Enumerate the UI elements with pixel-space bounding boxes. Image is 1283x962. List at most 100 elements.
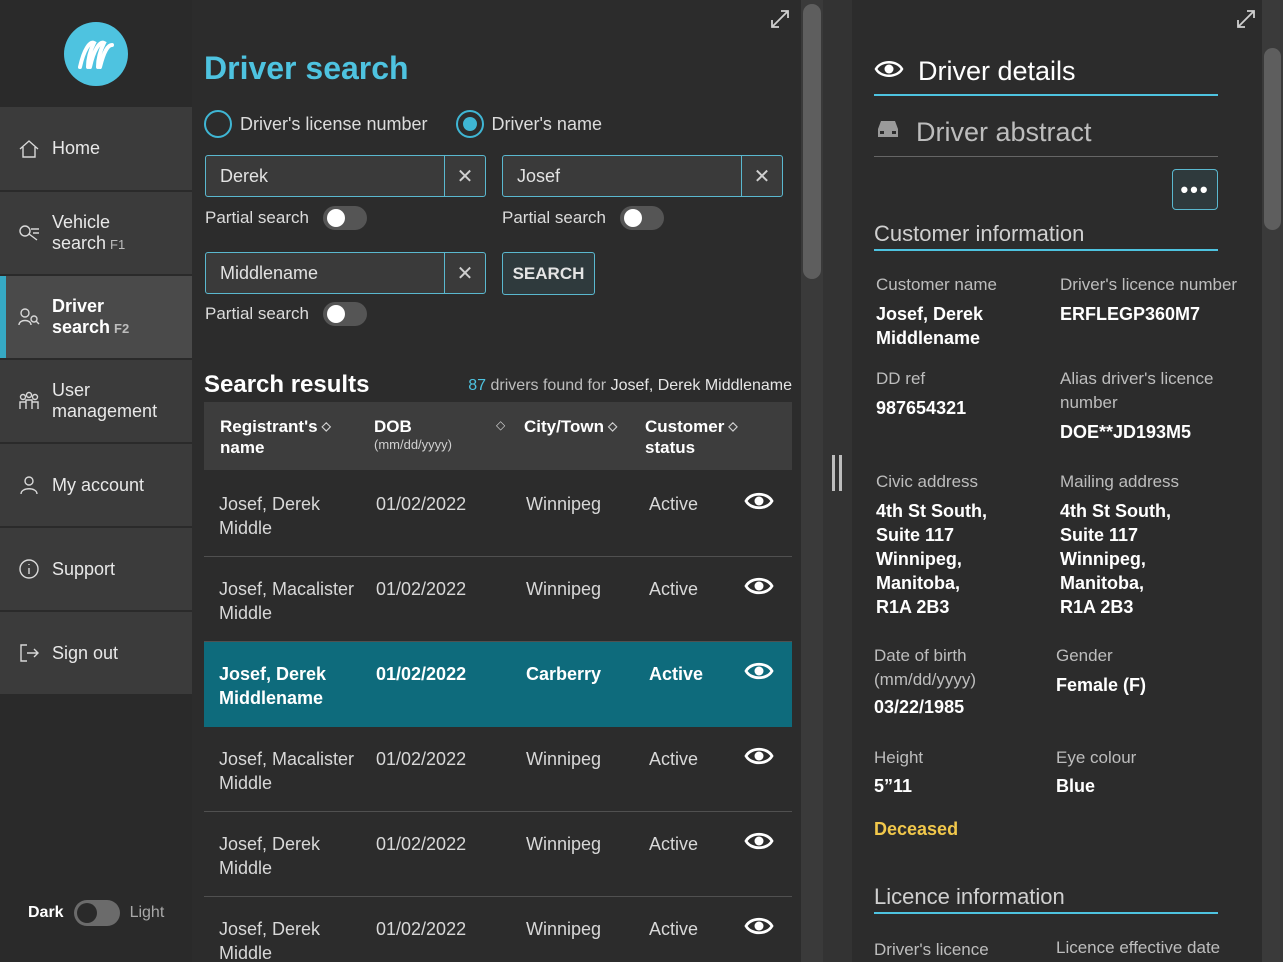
results-table-header: Registrant's ◇ name DOB (mm/dd/yyyy) ◇ Ci… (204, 402, 792, 470)
sort-icon[interactable]: ◇ (608, 416, 617, 437)
table-row[interactable]: Josef, Macalister Middle 01/02/2022 Winnipe… (204, 727, 792, 812)
clear-icon[interactable]: ✕ (445, 156, 485, 196)
users-icon (16, 388, 42, 414)
sidebar-item-label: My account (52, 474, 145, 495)
date-of-birth-label: Date of birth (mm/dd/yyyy) (874, 646, 976, 689)
eye-colour-value: Blue (1056, 776, 1096, 796)
radio-drivers-name[interactable]: Driver's name (455, 110, 602, 138)
drag-handle-icon[interactable] (831, 455, 843, 491)
partial-search-toggle[interactable] (322, 302, 367, 326)
cell-dob: 01/02/2022 (376, 749, 467, 769)
shortcut-hint: F2 (114, 320, 130, 336)
scrollbar-thumb[interactable] (1264, 48, 1281, 230)
expand-icon[interactable] (1235, 8, 1257, 30)
right-scrollbar[interactable] (1262, 0, 1283, 962)
cell-city: Carberry (526, 664, 602, 684)
car-icon (874, 117, 902, 148)
view-eye-icon[interactable] (744, 915, 774, 937)
results-count: 87 drivers found for Josef, Derek Middle… (468, 377, 792, 395)
section-customer-information: Customer information (874, 221, 1218, 251)
view-eye-icon[interactable] (744, 660, 774, 682)
result-query: Josef, Derek Middlename (610, 377, 792, 394)
cell-status: Active (649, 919, 699, 939)
radio-license-number[interactable]: Driver's license number (204, 110, 428, 138)
table-row[interactable]: Josef, Derek Middle 01/02/2022 Winnipeg Acti… (204, 472, 792, 557)
logo-area (0, 0, 192, 107)
date-of-birth-value: 03/22/1985 (874, 697, 965, 717)
mailing-address-label: Mailing address (1060, 472, 1180, 491)
clear-icon[interactable]: ✕ (445, 253, 485, 293)
sidebar-item-vehicle-search[interactable]: Vehicle search F1 (0, 192, 192, 274)
table-row[interactable]: Josef, Macalister Middle 01/02/2022 Winnipe… (204, 557, 792, 642)
height-value: 5”11 (874, 776, 913, 796)
col-header-city[interactable]: City/Town ◇ (524, 416, 617, 437)
sidebar-item-label-2: search (52, 316, 111, 337)
sidebar-item-my-account[interactable]: My account (0, 444, 192, 526)
licence-number-value: ERFLEGP360M7 (1060, 304, 1201, 324)
first-name-input[interactable]: Derek (206, 156, 445, 196)
partial-search-toggle[interactable] (322, 206, 367, 230)
last-name-field[interactable]: Josef ✕ (502, 155, 783, 197)
sidebar-item-home[interactable]: Home (0, 107, 192, 190)
civic-address-label: Civic address (876, 472, 979, 491)
page-title: Driver search (204, 50, 409, 86)
scrollbar-thumb[interactable] (803, 4, 821, 279)
theme-toggle[interactable] (73, 900, 120, 926)
tab-driver-abstract[interactable]: Driver abstract (874, 117, 1218, 157)
theme-toggle-group: Dark Light (28, 900, 164, 926)
sign-out-icon (16, 640, 42, 666)
sidebar-item-label: Home (52, 138, 101, 158)
middle-name-input[interactable]: Middlename (206, 253, 445, 293)
partial-search-middle: Partial search (205, 302, 367, 326)
shortcut-hint: F1 (110, 236, 126, 252)
col-header-status[interactable]: Customer ◇ status (645, 416, 738, 458)
last-name-input[interactable]: Josef (503, 156, 742, 196)
col-header-dob[interactable]: DOB (mm/dd/yyyy) (374, 416, 452, 453)
cell-name: Josef, Derek Middlename (219, 664, 327, 708)
tab-driver-details[interactable]: Driver details (874, 56, 1218, 96)
middle-scrollbar[interactable] (801, 0, 823, 962)
result-count-text: drivers found for (490, 377, 607, 394)
sidebar-item-label: Driver (52, 295, 105, 316)
search-button[interactable]: SEARCH (502, 252, 595, 295)
drivers-licence-label: Driver's licence (874, 940, 989, 959)
cell-status: Active (649, 834, 699, 854)
user-icon (16, 472, 42, 498)
driver-details-panel: Driver details Driver abstract ••• Custo… (852, 0, 1262, 962)
cell-dob: 01/02/2022 (376, 834, 467, 854)
partial-search-label: Partial search (502, 208, 606, 227)
first-name-field[interactable]: Derek ✕ (205, 155, 486, 197)
table-row[interactable]: Josef, Derek Middle 01/02/2022 Winnipeg Acti… (204, 897, 792, 962)
middle-name-field[interactable]: Middlename ✕ (205, 252, 486, 294)
cell-dob: 01/02/2022 (376, 664, 467, 684)
sort-icon[interactable]: ◇ (728, 416, 737, 437)
view-eye-icon[interactable] (744, 575, 774, 597)
sidebar-item-sign-out[interactable]: Sign out (0, 612, 192, 694)
table-row[interactable]: Josef, Derek Middle 01/02/2022 Winnipeg Acti… (204, 812, 792, 897)
radio-button[interactable] (204, 110, 232, 138)
expand-icon[interactable] (769, 8, 791, 30)
view-eye-icon[interactable] (744, 830, 774, 852)
cell-dob: 01/02/2022 (376, 494, 467, 514)
sidebar-item-support[interactable]: Support (0, 528, 192, 610)
panel-splitter[interactable] (823, 0, 852, 962)
dd-ref-value: 987654321 (876, 398, 967, 418)
view-eye-icon[interactable] (744, 745, 774, 767)
tab-label: Driver abstract (916, 117, 1092, 147)
sidebar-item-label: User (52, 380, 91, 400)
cell-name: Josef, Macalister Middle (219, 749, 355, 793)
sort-icon[interactable]: ◇ (496, 418, 505, 432)
table-row[interactable]: Josef, Derek Middlename 01/02/2022 Carberry… (204, 642, 792, 727)
sidebar-item-label: Vehicle (52, 211, 111, 232)
app-logo[interactable] (64, 21, 128, 86)
radio-button[interactable] (455, 110, 484, 138)
sort-icon[interactable]: ◇ (322, 416, 331, 437)
sidebar-item-user-management[interactable]: User management (0, 360, 192, 442)
view-eye-icon[interactable] (744, 490, 774, 512)
col-header-name[interactable]: Registrant's ◇ name (220, 416, 331, 458)
clear-icon[interactable]: ✕ (742, 156, 782, 196)
sidebar-item-driver-search[interactable]: Driver search F2 (0, 276, 192, 358)
partial-search-label: Partial search (205, 304, 309, 323)
partial-search-toggle[interactable] (619, 206, 664, 230)
more-options-button[interactable]: ••• (1172, 169, 1218, 210)
